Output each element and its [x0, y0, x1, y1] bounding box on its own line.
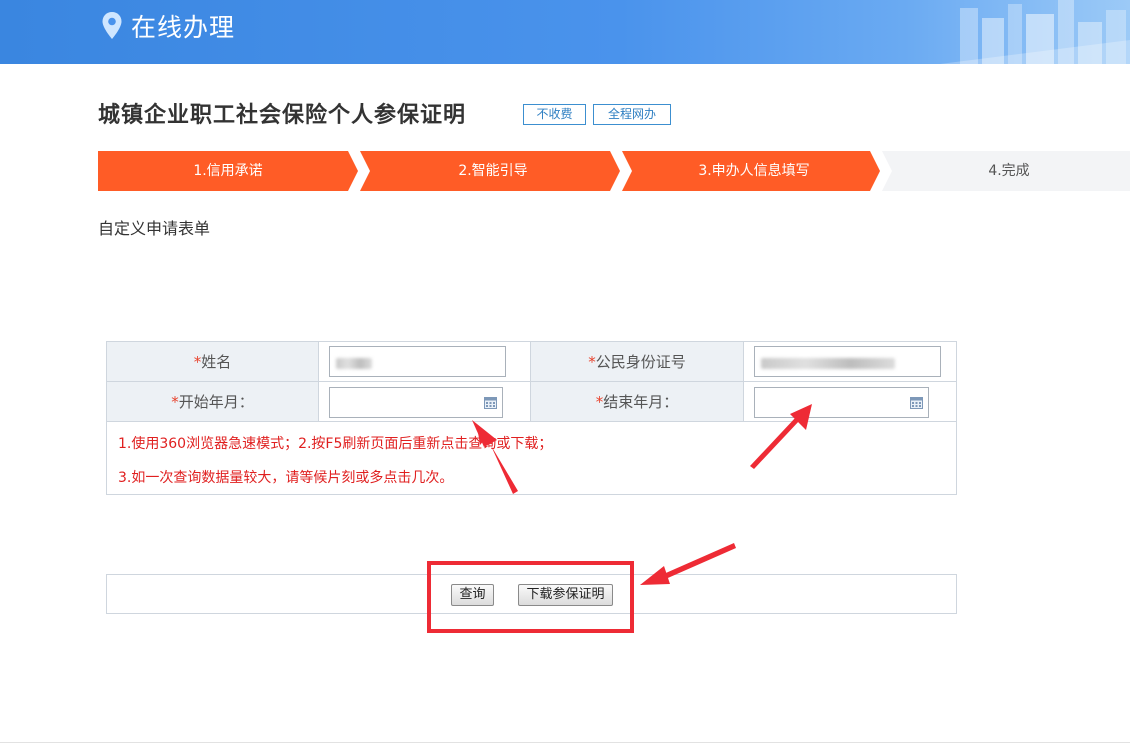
- form-caption: 自定义申请表单: [98, 219, 211, 238]
- note-line-2: 3.如一次查询数据量较大，请等候片刻或多点击几次。: [118, 470, 454, 486]
- start-month-input[interactable]: [329, 387, 503, 418]
- step-3: 3.申办人信息填写: [698, 163, 810, 179]
- calendar-icon[interactable]: [910, 397, 923, 409]
- footer-divider: [0, 742, 1130, 743]
- name-label: *姓名: [107, 342, 319, 382]
- step-1: 1.信用承诺: [193, 163, 263, 179]
- end-month-label: *结束年月：: [531, 382, 744, 422]
- end-month-cell: [744, 382, 956, 422]
- name-input[interactable]: [329, 346, 506, 377]
- step-4: 4.完成: [988, 163, 1030, 179]
- note-line-1: 1.使用360浏览器急速模式；2.按F5刷新页面后重新点击查询或下载；: [118, 436, 553, 452]
- header-banner: 在线办理: [0, 0, 1130, 64]
- highlight-box-annotation: [427, 561, 634, 633]
- name-cell: [319, 342, 531, 382]
- skyline-decoration: [940, 0, 1130, 64]
- start-month-cell: [319, 382, 531, 422]
- page-title: 城镇企业职工社会保险个人参保证明: [98, 103, 467, 128]
- header-title: 在线办理: [131, 13, 236, 42]
- blurred-name-value: [336, 358, 372, 369]
- application-form: *姓名 *公民身份证号 *开始年月： *结束年月： 1.使用360浏览器急速模式…: [106, 341, 957, 495]
- id-number-input[interactable]: [754, 346, 941, 377]
- blurred-id-value: [761, 358, 895, 369]
- end-month-input[interactable]: [754, 387, 929, 418]
- calendar-icon[interactable]: [484, 397, 497, 409]
- tag-free: 不收费: [523, 104, 586, 125]
- start-month-label: *开始年月：: [107, 382, 319, 422]
- tag-online: 全程网办: [593, 104, 671, 125]
- id-cell: [744, 342, 956, 382]
- progress-steps: 1.信用承诺 2.智能引导 3.申办人信息填写 4.完成: [98, 151, 1130, 191]
- step-2: 2.智能引导: [458, 163, 528, 179]
- notes-area: 1.使用360浏览器急速模式；2.按F5刷新页面后重新点击查询或下载； 3.如一…: [107, 422, 956, 494]
- id-label: *公民身份证号: [531, 342, 744, 382]
- header-title-group: 在线办理: [101, 8, 235, 44]
- location-pin-icon: [102, 12, 122, 39]
